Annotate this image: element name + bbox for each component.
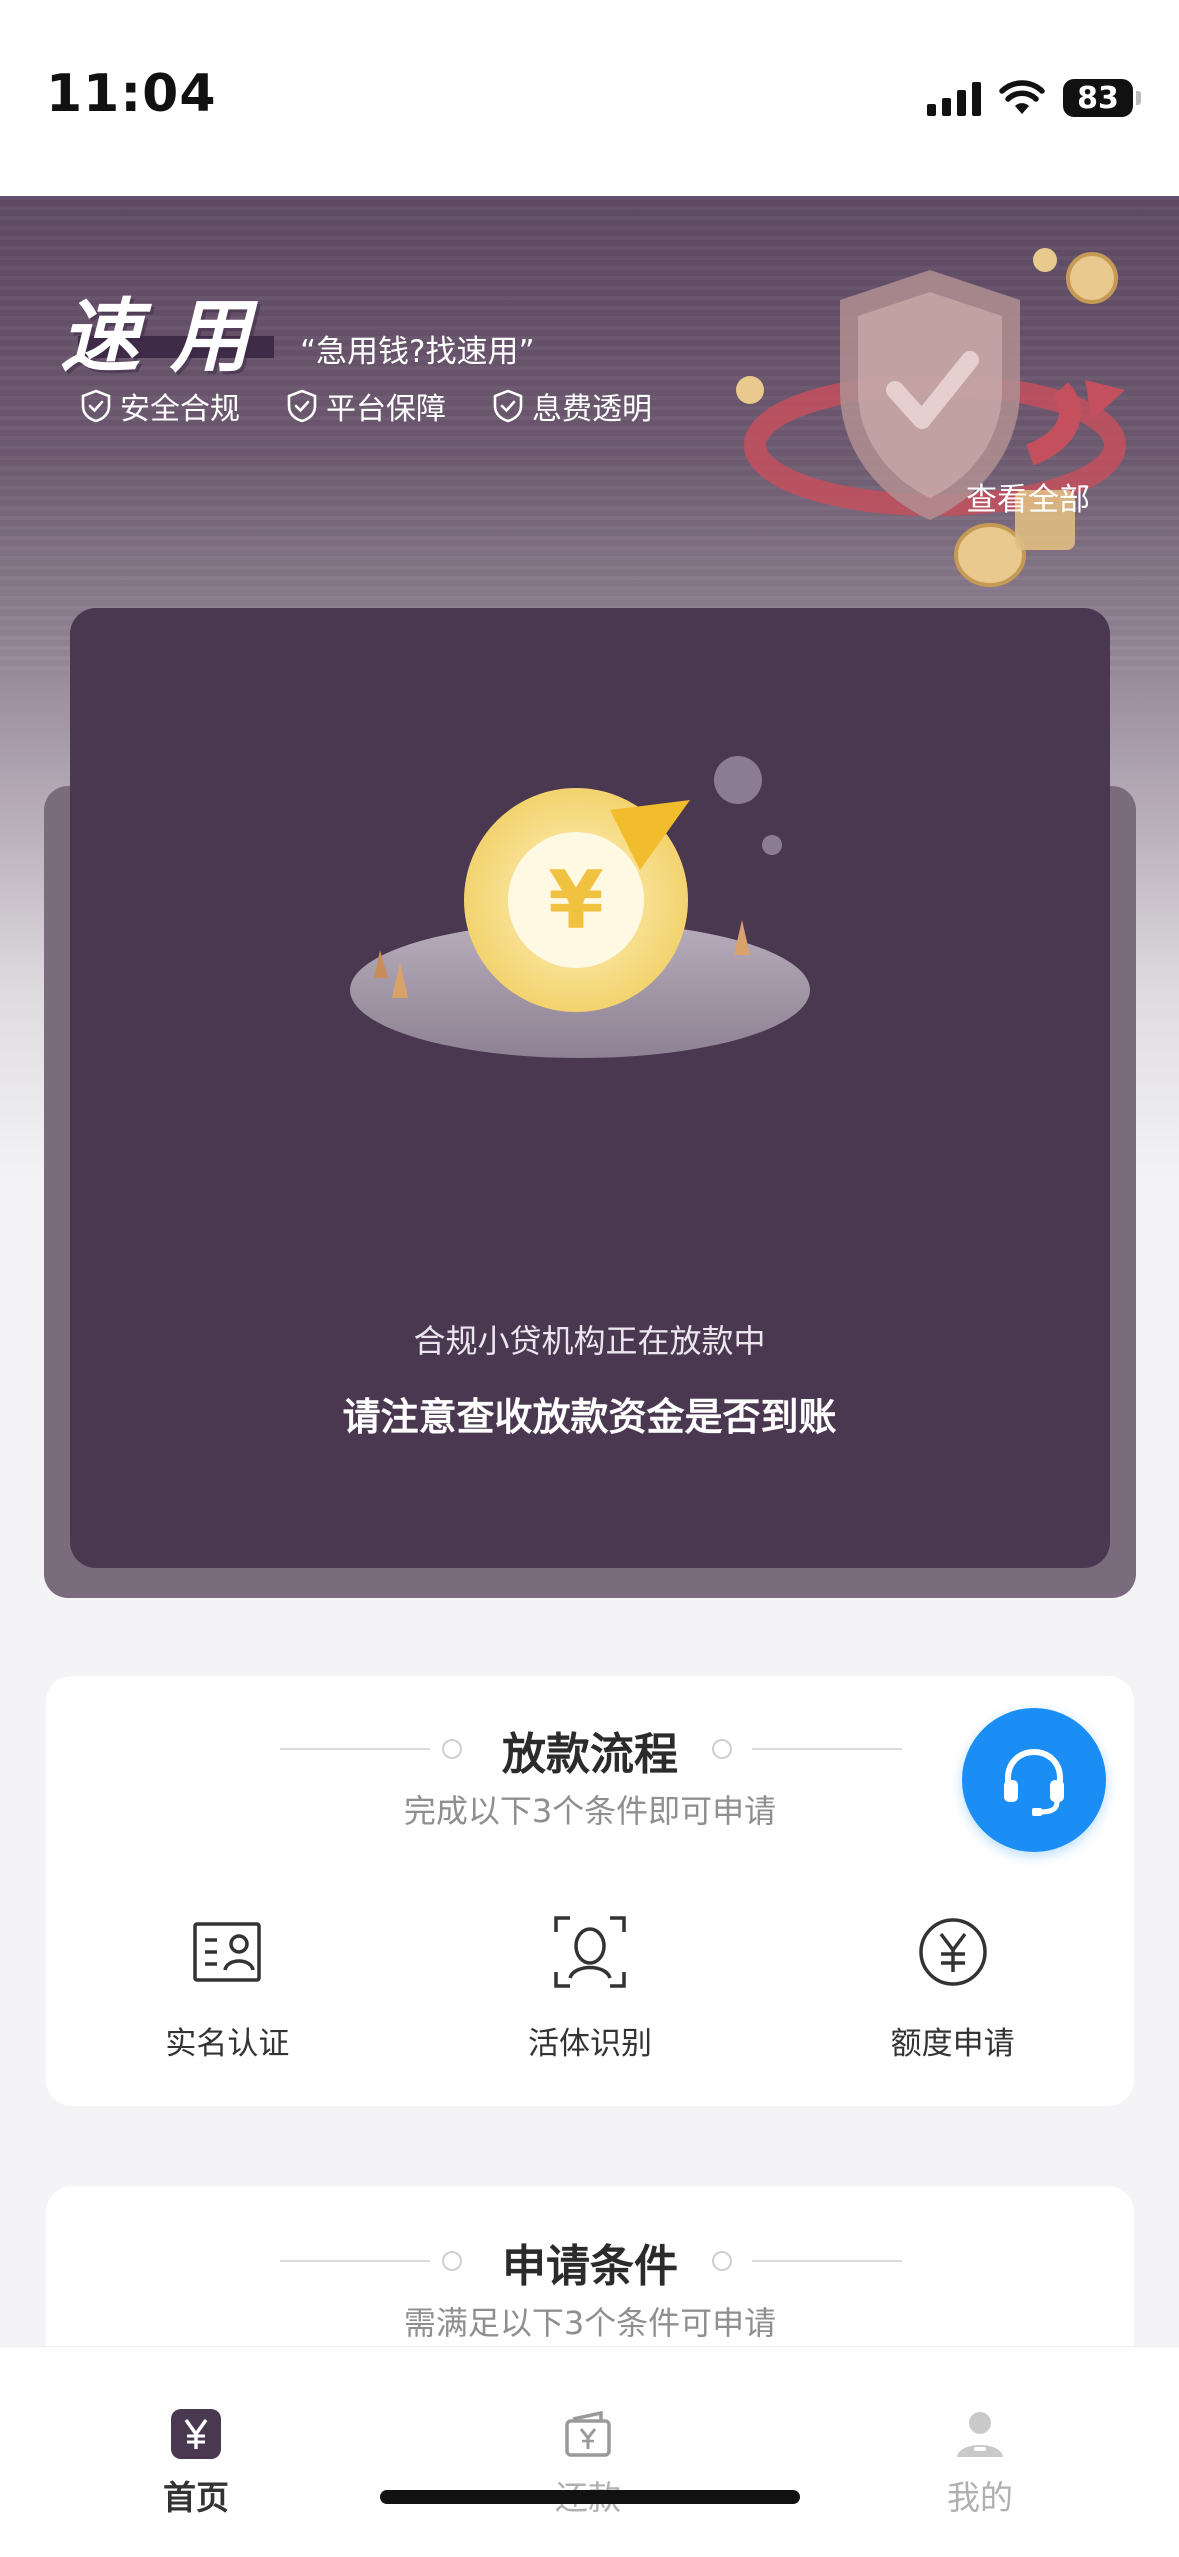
- lending-status-text: 合规小贷机构正在放款中: [413, 1322, 766, 1360]
- headset-icon: [1004, 1748, 1064, 1816]
- yuan-circle-icon: [918, 1918, 987, 1986]
- brand-slogan: “急用钱?找速用”: [300, 334, 535, 370]
- id-card-icon: [193, 1922, 262, 1982]
- process-panel: 放款流程 完成以下3个条件即可申请 实名认证 活体识别 额度申请: [46, 1676, 1134, 2106]
- step-real-name-auth[interactable]: 实名认证: [46, 1912, 409, 2063]
- tab-mine[interactable]: 我的: [880, 2407, 1080, 2519]
- shield-check-icon: [81, 389, 111, 423]
- view-all-link[interactable]: 查看全部: [966, 474, 1090, 519]
- badge-transparent-fees: 息费透明: [492, 384, 652, 428]
- shield-check-icon: [493, 389, 523, 423]
- brand-logo: 速用: [60, 290, 280, 383]
- cellular-signal-icon: [927, 80, 981, 116]
- badge-label: 息费透明: [532, 392, 652, 427]
- process-steps: 实名认证 活体识别 额度申请: [46, 1912, 1134, 2063]
- conditions-subtitle: 需满足以下3个条件可申请: [403, 2304, 777, 2342]
- step-credit-application[interactable]: 额度申请: [771, 1912, 1134, 2063]
- badge-compliance: 安全合规: [80, 384, 240, 428]
- step-liveness-detection[interactable]: 活体识别: [409, 1912, 772, 2063]
- conditions-title: 申请条件: [502, 2241, 678, 2292]
- step-label: 额度申请: [890, 2026, 1015, 2062]
- home-indicator: [380, 2490, 800, 2504]
- coin-symbol: ¥: [548, 854, 604, 947]
- status-time: 11:04: [46, 64, 217, 124]
- badge-platform: 平台保障: [286, 384, 446, 428]
- battery-indicator: 83: [1063, 79, 1141, 117]
- badge-label: 安全合规: [120, 392, 240, 427]
- tab-label: 我的: [947, 2478, 1013, 2517]
- coin-illustration: ¥: [350, 756, 810, 1058]
- status-bar: 11:04 83: [0, 0, 1179, 196]
- step-label: 实名认证: [165, 2026, 290, 2062]
- shield-illustration: [736, 248, 1126, 587]
- home-yuan-icon: [171, 2409, 221, 2459]
- customer-support-button[interactable]: [962, 1708, 1106, 1852]
- trust-badges: 安全合规 平台保障 息费透明: [80, 384, 652, 428]
- shield-check-icon: [287, 389, 317, 423]
- wifi-icon: [999, 80, 1045, 114]
- wallet-icon: [565, 2410, 611, 2457]
- lending-notice: 请注意查收放款资金是否到账: [342, 1395, 837, 1439]
- status-icons: 83: [927, 68, 1141, 128]
- user-icon: [957, 2412, 1003, 2457]
- bottom-tab-bar: 首页 还款 我的: [0, 2346, 1179, 2557]
- badge-label: 平台保障: [326, 392, 446, 427]
- step-label: 活体识别: [528, 2026, 652, 2062]
- tab-label: 首页: [163, 2478, 229, 2517]
- tab-home[interactable]: 首页: [96, 2407, 296, 2519]
- face-scan-icon: [554, 1916, 626, 1988]
